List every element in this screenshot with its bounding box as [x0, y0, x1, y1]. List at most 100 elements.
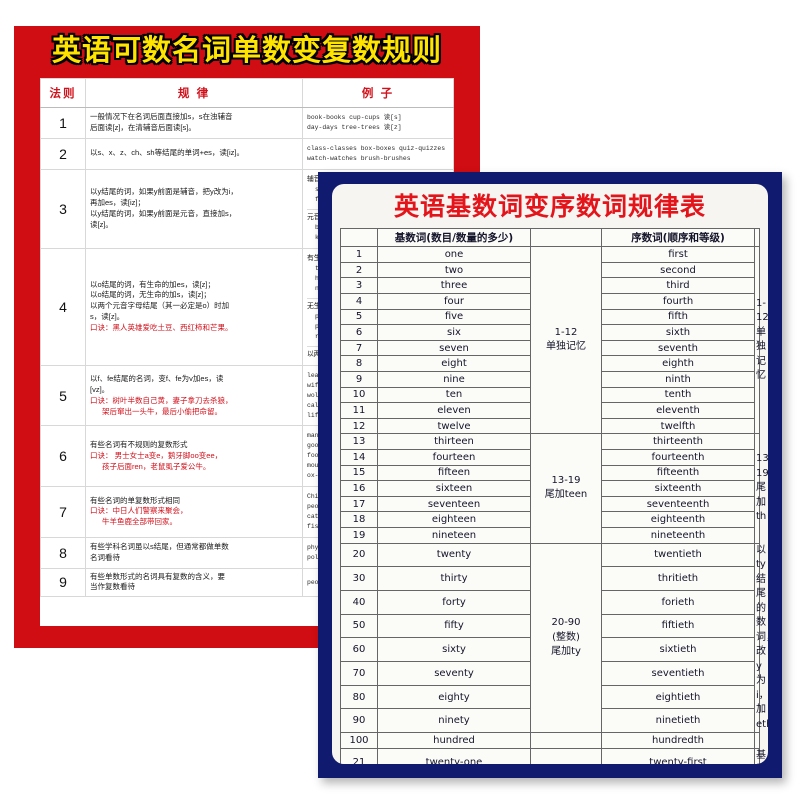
rule-line: 以y结尾的词，如果y前面是元音，直接加s，	[90, 208, 237, 218]
rule-note-line: (整数)	[552, 631, 580, 643]
header-cardinal-rule	[530, 228, 602, 248]
rule-number: 7	[40, 486, 86, 538]
rule-note-line: 以ty结尾	[756, 544, 766, 600]
rule-line: 再加es，读[iz]；	[90, 197, 146, 207]
rule-text: 有些名词有不规则的复数形式 口诀： 男士女士a变e，鹅牙脚oo变ee， 孩子后面re…	[85, 425, 303, 488]
cardinal-word: eleven	[377, 402, 531, 419]
rule-line: 一般情况下在名词后面直接加s，s在浊辅音	[90, 112, 233, 122]
number-value: 14	[340, 448, 378, 466]
rule-note-line: 13-19	[551, 474, 581, 486]
number-value: 21	[340, 747, 378, 764]
cardinal-word: twenty	[377, 542, 531, 568]
ordinal-word: nineteenth	[601, 526, 755, 544]
example-group: book-books cup-cups 读[s] day-days tree-tr…	[307, 111, 449, 135]
poster-red-title: 英语可数名词单数变复数规则	[51, 35, 442, 67]
poster-ordinal-numbers: 英语基数词变序数词规律表 基数词(数目/数量的多少) 序数词(顺序和等级) 1o…	[318, 172, 782, 778]
ordinal-word: second	[601, 261, 755, 279]
table-row: 13thirteen13-19尾加teenthirteenth13-19尾加th	[340, 433, 768, 544]
rule-note-card_compound: 依此类推	[530, 747, 602, 764]
rule-line: 以o结尾的词，无生命的加s，读[z]；	[90, 290, 211, 300]
poster-blue-title: 英语基数词变序数词规律表	[393, 193, 706, 221]
ordinal-word: thritieth	[601, 566, 755, 591]
cardinal-word: twenty-one	[377, 747, 531, 764]
cardinal-word: eighteen	[377, 511, 531, 528]
rule-text: 一般情况下在名词后面直接加s，s在浊辅音 后面读[z]，在清辅音后面读[s]。	[85, 107, 303, 139]
number-value: 50	[340, 613, 378, 639]
ordinal-word: eightieth	[601, 684, 755, 710]
rule-number: 2	[40, 137, 86, 170]
cardinal-word: seventeen	[377, 495, 531, 513]
cardinal-word: fifteen	[377, 464, 531, 482]
header-index	[340, 228, 378, 248]
rule-mnemonic-line: 牛羊鱼鹿全部带回家。	[102, 517, 177, 527]
rule-mnemonic-line: 架后窜出一头牛，最后小偷把命留。	[102, 406, 222, 416]
ordinal-word: eighteenth	[601, 511, 755, 528]
rule-text: 以s、x、z、ch、sh等结尾的单词+es，读[iz]。	[85, 137, 303, 170]
number-value: 7	[340, 339, 378, 357]
rule-note-card_20_90: 20-90 (整数) 尾加ty	[530, 542, 602, 734]
ordinal-word: twelfth	[601, 417, 755, 435]
number-value: 8	[340, 355, 378, 372]
rule-line: 名词看待	[90, 552, 120, 562]
header-ordinal: 序数词(顺序和等级)	[601, 228, 755, 248]
ordinal-word: seventeenth	[601, 495, 755, 513]
ordinal-word: thirteenth	[601, 433, 755, 450]
example-line: watch-watches brush-brushes	[307, 154, 411, 162]
rule-text: 以f、fe结尾的名词，变f、fe为v加es，读 [vz]。 口诀：树叶半数自己黄，妻…	[85, 364, 303, 427]
rule-text: 以o结尾的词，有生命的加es，读[z]； 以o结尾的词，无生命的加s，读[z]；以…	[85, 247, 303, 366]
rule-note-ord_13_19: 13-19 尾加th	[754, 433, 768, 544]
rule-note-line: 20-90	[551, 617, 581, 629]
cardinal-word: sixty	[377, 637, 531, 662]
cardinal-word: seven	[377, 339, 531, 357]
cardinal-word: three	[377, 277, 531, 295]
rule-note-ord_compound: 基数-序数	[754, 747, 766, 764]
ordinal-word: fifth	[601, 308, 755, 326]
cardinal-word: hundred	[377, 732, 531, 749]
rule-note-line: 尾加ty	[551, 646, 581, 658]
number-value: 20	[340, 542, 378, 568]
rule-line: 读[z]。	[90, 219, 113, 229]
rule-line: s，读[z]。	[90, 312, 125, 322]
cardinal-word: ten	[377, 386, 531, 404]
rule-number: 4	[40, 247, 86, 366]
number-value: 3	[340, 277, 378, 295]
rule-note-line: 尾加teen	[544, 489, 588, 501]
ordinal-word: seventieth	[601, 660, 755, 686]
table-row: 20twenty 20-90 (整数) 尾加ty twentieth以ty结尾的数词， 改…	[340, 542, 768, 734]
ordinal-word: tenth	[601, 386, 755, 404]
rule-mnemonic-line: 口诀：中日人们警察来聚会，	[90, 506, 188, 516]
table-header-row: 法则 规 律 例 子	[40, 78, 454, 108]
rule-line: 以o结尾的词，有生命的加es，读[z]；	[90, 279, 216, 289]
ordinal-numbers-body: 1 one 1-12 单独记忆 first 1-12 单独记忆 2 two second 3 thre…	[340, 246, 768, 764]
rule-note-ord_100	[754, 732, 760, 749]
header-rule: 规 律	[85, 78, 303, 108]
cardinal-word: twelve	[377, 417, 531, 435]
number-value: 1	[340, 246, 378, 263]
rule-text: 以y结尾的词，如果y前面是辅音，把y改为i， 再加es，读[iz]； 以y结尾的词，…	[85, 168, 303, 249]
table-row: 100 hundred hundredth	[340, 732, 760, 749]
ordinal-word: fourteenth	[601, 448, 755, 466]
cardinal-word: one	[377, 246, 531, 263]
number-value: 80	[340, 684, 378, 710]
rule-note-line: 的数词，	[756, 602, 768, 643]
cardinal-word: thirty	[377, 566, 531, 591]
rule-text: 有些学科名词虽以s结尾，但通常都做单数 名词看待	[85, 536, 303, 569]
cardinal-word: five	[377, 308, 531, 326]
ordinal-word: sixtieth	[601, 637, 755, 662]
rule-text: 有些名词的单复数形式相同 口诀：中日人们警察来聚会， 牛羊鱼鹿全部带回家。	[85, 486, 303, 538]
number-value: 4	[340, 293, 378, 310]
table-row: 1 一般情况下在名词后面直接加s，s在浊辅音 后面读[z]，在清辅音后面读[s]。 b…	[40, 107, 454, 139]
cardinal-word: eighty	[377, 684, 531, 710]
cardinal-word: four	[377, 293, 531, 310]
ordinal-word: forieth	[601, 589, 755, 615]
number-value: 16	[340, 480, 378, 497]
rule-note-card_13_19: 13-19 尾加teen	[530, 433, 602, 544]
rule-number: 6	[40, 425, 86, 488]
header-cardinal: 基数词(数目/数量的多少)	[377, 228, 531, 248]
header-law: 法则	[40, 78, 86, 108]
cardinal-word: forty	[377, 589, 531, 615]
rule-note-line: 单独记忆	[756, 326, 766, 382]
rule-line: [vz]。	[90, 384, 110, 394]
table-header-row: 基数词(数目/数量的多少) 序数词(顺序和等级)	[340, 228, 760, 248]
rule-line: 当作复数看待	[90, 582, 135, 592]
